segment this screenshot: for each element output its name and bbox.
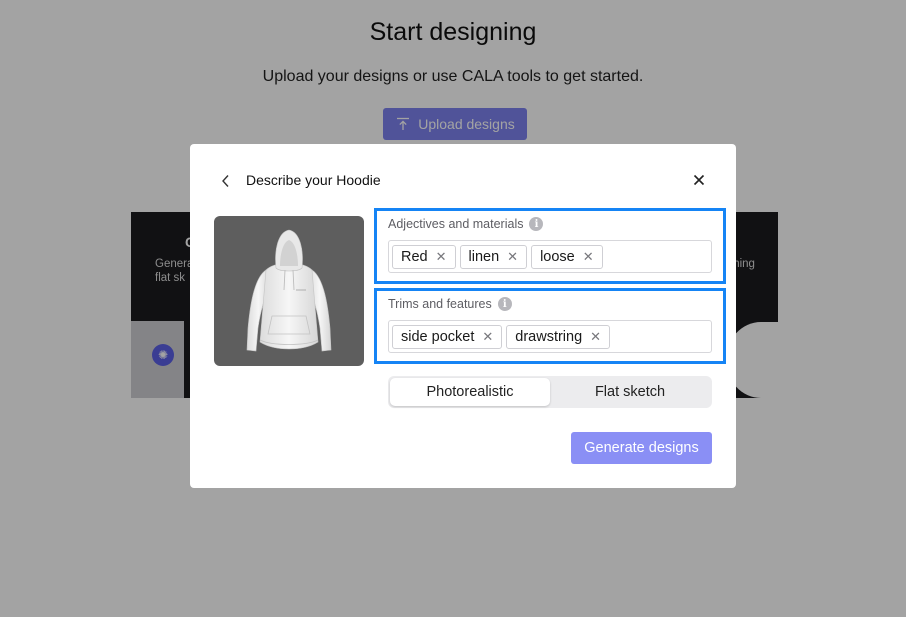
back-button[interactable] bbox=[216, 171, 236, 191]
photorealistic-option[interactable]: Photorealistic bbox=[390, 378, 550, 406]
trims-field-group: Trims and features i side pocket ✕ draws… bbox=[374, 288, 726, 364]
remove-tag-icon[interactable]: ✕ bbox=[436, 250, 447, 263]
close-icon bbox=[693, 174, 705, 186]
tag-chip: drawstring ✕ bbox=[506, 324, 611, 349]
trims-tag-input[interactable]: side pocket ✕ drawstring ✕ bbox=[388, 320, 712, 353]
adjectives-field-group: Adjectives and materials i Red ✕ linen ✕… bbox=[374, 208, 726, 284]
generate-designs-button[interactable]: Generate designs bbox=[571, 432, 712, 464]
tag-label: side pocket bbox=[401, 328, 475, 345]
tag-chip: linen ✕ bbox=[459, 244, 528, 269]
style-toggle: Photorealistic Flat sketch bbox=[388, 376, 712, 408]
tag-chip: loose ✕ bbox=[531, 244, 603, 269]
hoodie-preview-image bbox=[214, 216, 364, 366]
trims-label: Trims and features i bbox=[388, 297, 512, 311]
close-button[interactable] bbox=[689, 170, 709, 190]
hoodie-illustration bbox=[246, 229, 332, 352]
flat-sketch-option[interactable]: Flat sketch bbox=[550, 378, 710, 406]
adjectives-label: Adjectives and materials i bbox=[388, 217, 544, 231]
info-icon[interactable]: i bbox=[497, 297, 512, 311]
remove-tag-icon[interactable]: ✕ bbox=[590, 330, 601, 343]
remove-tag-icon[interactable]: ✕ bbox=[583, 250, 594, 263]
describe-modal: Describe your Hoodie Adjectives and mate… bbox=[190, 144, 736, 488]
tag-label: Red bbox=[401, 248, 428, 265]
remove-tag-icon[interactable]: ✕ bbox=[482, 330, 493, 343]
tag-label: linen bbox=[468, 248, 500, 265]
tag-label: loose bbox=[540, 248, 575, 265]
tag-label: drawstring bbox=[515, 328, 583, 345]
tag-chip: side pocket ✕ bbox=[392, 324, 503, 349]
tag-chip: Red ✕ bbox=[392, 244, 456, 269]
modal-title: Describe your Hoodie bbox=[246, 172, 381, 188]
remove-tag-icon[interactable]: ✕ bbox=[507, 250, 518, 263]
info-icon[interactable]: i bbox=[529, 217, 544, 231]
chevron-left-icon bbox=[222, 175, 229, 187]
adjectives-tag-input[interactable]: Red ✕ linen ✕ loose ✕ bbox=[388, 240, 712, 273]
